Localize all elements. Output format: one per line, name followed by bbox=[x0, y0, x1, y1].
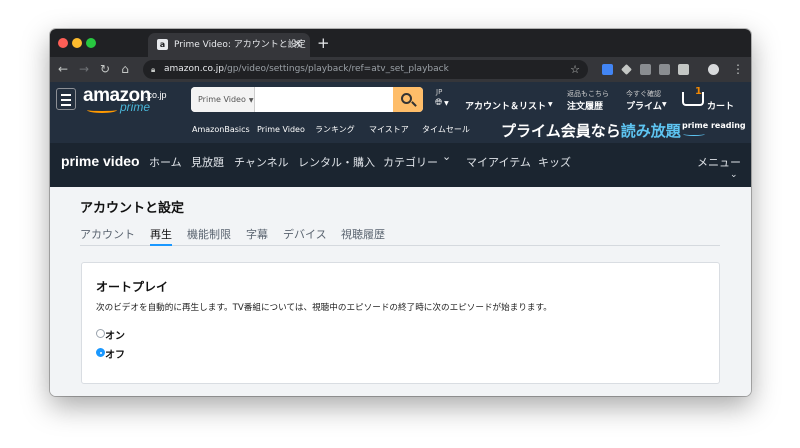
page-title: アカウントと設定 bbox=[80, 201, 185, 216]
prime-check-label[interactable]: 今すぐ確認 bbox=[626, 89, 661, 99]
tab-bar: a Prime Video: アカウントと設定 ✕ + bbox=[50, 29, 751, 57]
chevron-down-icon: ▼ bbox=[248, 97, 254, 104]
search-icon-handle bbox=[411, 101, 417, 107]
subnav-item-timesale[interactable]: タイムセール bbox=[422, 117, 470, 143]
pv-nav-my-items[interactable]: マイアイテム bbox=[466, 154, 531, 170]
amazon-header: amazon .co.jp prime Prime Video ▼ JP 🌐︎ ▼… bbox=[50, 82, 751, 117]
autoplay-card: オートプレイ 次のビデオを自動的に再生します。TV番組については、視聴中のエピソ… bbox=[81, 262, 720, 384]
forward-arrow-icon[interactable]: → bbox=[77, 57, 91, 82]
amazon-subnav: AmazonBasics Prime Video ランキング マイストア タイム… bbox=[50, 117, 751, 143]
tab-watch-history[interactable]: 視聴履歴 bbox=[341, 226, 385, 242]
search-scope-label: Prime Video bbox=[198, 95, 246, 104]
cart-link[interactable]: カート bbox=[707, 99, 734, 112]
search-scope-dropdown[interactable]: Prime Video ▼ bbox=[191, 87, 255, 112]
pv-nav-categories[interactable]: カテゴリー bbox=[383, 154, 438, 170]
url-host: amazon.co.jp bbox=[164, 64, 224, 74]
tab-devices[interactable]: デバイス bbox=[283, 226, 327, 242]
chevron-down-icon: ⌄ bbox=[442, 150, 452, 163]
globe-icon[interactable]: 🌐︎ ▼ bbox=[435, 98, 449, 108]
tab-account[interactable]: アカウント bbox=[80, 226, 135, 242]
search-bar: Prime Video ▼ bbox=[191, 87, 423, 112]
subnav-item-mystore[interactable]: マイストア bbox=[369, 117, 409, 143]
browser-toolbar: ← → ↻ ⌂ 🔒︎ amazon.co.jp/gp/video/setting… bbox=[50, 57, 751, 82]
amazon-logo-tld: .co.jp bbox=[145, 90, 167, 100]
lock-icon: 🔒︎ bbox=[151, 65, 156, 74]
subnav-item-amazonbasics[interactable]: AmazonBasics bbox=[192, 117, 250, 143]
promo-text: プライム会員なら bbox=[501, 122, 621, 140]
url-path: /gp/video/settings/playback/ref=atv_set_… bbox=[223, 64, 449, 74]
amazon-smile-icon bbox=[87, 107, 117, 113]
bookmark-star-icon[interactable]: ☆ bbox=[570, 60, 580, 79]
autoplay-heading: オートプレイ bbox=[96, 280, 169, 294]
prime-reading-smile-icon bbox=[683, 132, 705, 136]
address-url: amazon.co.jp/gp/video/settings/playback/… bbox=[164, 60, 449, 79]
radio-on[interactable] bbox=[96, 329, 105, 338]
prime-link[interactable]: プライム bbox=[626, 99, 662, 112]
subnav-item-prime-video[interactable]: Prime Video bbox=[257, 117, 305, 143]
prime-reading-promo[interactable]: プライム会員なら読み放題 bbox=[501, 120, 681, 141]
account-lists-link[interactable]: アカウント＆リスト bbox=[465, 99, 546, 112]
active-tab-indicator bbox=[150, 244, 172, 246]
close-window-button[interactable] bbox=[58, 38, 68, 48]
prime-video-logo[interactable]: prime video bbox=[61, 153, 140, 169]
autoplay-option-off-label: オフ bbox=[105, 350, 125, 361]
tab-parental-controls[interactable]: 機能制限 bbox=[187, 226, 231, 242]
extension-print-icon[interactable] bbox=[678, 64, 689, 75]
new-tab-button[interactable]: + bbox=[317, 33, 330, 53]
orders-link[interactable]: 注文履歴 bbox=[567, 99, 603, 112]
extension-facebook-icon[interactable] bbox=[640, 64, 651, 75]
tab-title: Prime Video: アカウントと設定 bbox=[174, 40, 306, 50]
extension-tag-icon[interactable] bbox=[621, 64, 632, 75]
amazon-favicon-icon: a bbox=[157, 39, 168, 50]
pv-nav-kids[interactable]: キッズ bbox=[538, 154, 571, 170]
amazon-logo-prime: prime bbox=[120, 100, 151, 114]
prime-reading-logo[interactable]: prime reading bbox=[682, 121, 746, 130]
address-bar[interactable]: 🔒︎ amazon.co.jp/gp/video/settings/playba… bbox=[143, 60, 588, 79]
subnav-item-ranking[interactable]: ランキング bbox=[315, 117, 355, 143]
cart-count: 1 bbox=[695, 86, 702, 97]
close-tab-icon[interactable]: ✕ bbox=[294, 33, 302, 57]
pv-nav-menu[interactable]: メニュー bbox=[697, 154, 741, 170]
browser-window: a Prime Video: アカウントと設定 ✕ + ← → ↻ ⌂ 🔒︎ a… bbox=[50, 29, 751, 396]
home-icon[interactable]: ⌂ bbox=[118, 57, 132, 82]
extension-box-icon[interactable] bbox=[659, 64, 670, 75]
profile-avatar[interactable] bbox=[708, 64, 719, 75]
browser-menu-icon[interactable]: ⋮ bbox=[732, 57, 744, 82]
minimize-window-button[interactable] bbox=[72, 38, 82, 48]
chevron-down-icon[interactable]: ⌄ bbox=[730, 170, 738, 180]
reload-icon[interactable]: ↻ bbox=[98, 57, 112, 82]
pv-nav-home[interactable]: ホーム bbox=[149, 154, 182, 170]
radio-off[interactable] bbox=[96, 348, 105, 357]
prime-video-nav: prime video ホーム 見放題 チャンネル レンタル・購入 カテゴリー … bbox=[50, 143, 751, 187]
tab-playback[interactable]: 再生 bbox=[150, 226, 172, 242]
language-code[interactable]: JP bbox=[436, 88, 442, 96]
chevron-down-icon: ▼ bbox=[548, 101, 553, 108]
extension-translate-icon[interactable] bbox=[602, 64, 613, 75]
settings-page: アカウントと設定 アカウント 再生 機能制限 字幕 デバイス 視聴履歴 オートプ… bbox=[50, 187, 751, 396]
pv-nav-channels[interactable]: チャンネル bbox=[234, 154, 289, 170]
pv-nav-rent-buy[interactable]: レンタル・購入 bbox=[298, 154, 375, 170]
promo-accent: 読み放題 bbox=[620, 122, 681, 140]
browser-tab[interactable]: a Prime Video: アカウントと設定 ✕ bbox=[148, 33, 310, 57]
settings-tabs: アカウント 再生 機能制限 字幕 デバイス 視聴履歴 bbox=[80, 226, 720, 246]
returns-label[interactable]: 返品もこちら bbox=[567, 89, 609, 99]
back-arrow-icon[interactable]: ← bbox=[56, 57, 70, 82]
search-input[interactable] bbox=[255, 87, 393, 112]
pv-nav-unlimited[interactable]: 見放題 bbox=[191, 154, 224, 170]
zoom-window-button[interactable] bbox=[86, 38, 96, 48]
autoplay-description: 次のビデオを自動的に再生します。TV番組については、視聴中のエピソードの終了時に… bbox=[96, 303, 552, 313]
tab-subtitles[interactable]: 字幕 bbox=[246, 226, 268, 242]
hamburger-menu-icon[interactable] bbox=[56, 88, 76, 110]
search-button[interactable] bbox=[393, 87, 423, 112]
chevron-down-icon: ▼ bbox=[662, 101, 667, 108]
autoplay-option-on-label: オン bbox=[105, 331, 125, 342]
